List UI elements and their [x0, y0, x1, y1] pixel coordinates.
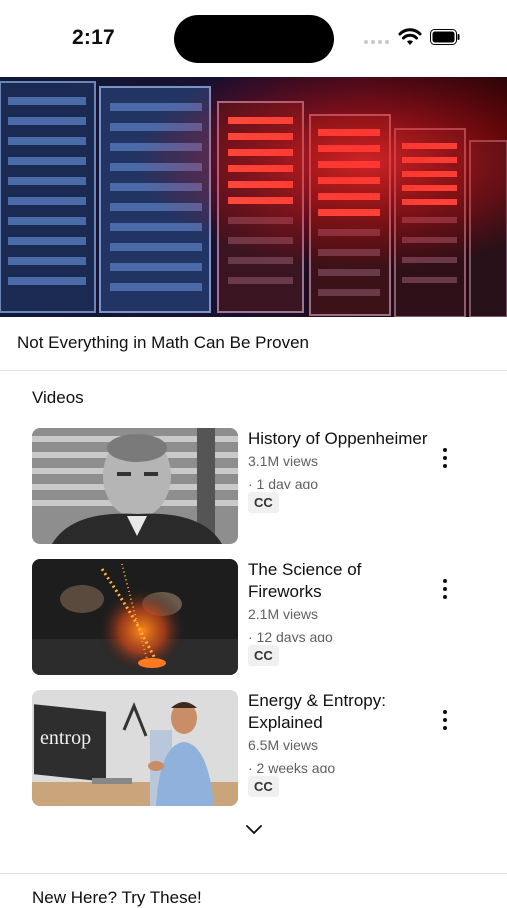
section-title-next: New Here? Try These!: [32, 888, 202, 907]
video-age: · 12 days ago: [248, 629, 333, 642]
more-vertical-icon[interactable]: [440, 710, 450, 734]
video-title[interactable]: History of Oppenheimer: [248, 428, 428, 450]
video-age: · 1 day ago: [248, 476, 319, 489]
video-thumbnail[interactable]: [32, 559, 238, 675]
dynamic-island: [174, 15, 334, 63]
status-time: 2:17: [72, 26, 115, 49]
video-views: 2.1M views: [248, 606, 319, 622]
video-views: 6.5M views: [248, 737, 319, 753]
hero-banner-image[interactable]: [0, 77, 507, 317]
hero-title[interactable]: Not Everything in Math Can Be Proven: [17, 333, 309, 353]
video-title[interactable]: Energy & Entropy: Explained: [248, 690, 428, 734]
divider: [0, 873, 507, 874]
video-item-entropy[interactable]: entrop Energy & Entropy: Explained 6.5M …: [32, 690, 492, 806]
video-item-fireworks[interactable]: The Science of Fireworks 2.1M views · 12…: [32, 559, 492, 675]
section-title: Videos: [32, 388, 84, 407]
video-views: 3.1M views: [248, 453, 319, 469]
cc-badge: CC: [248, 776, 279, 797]
cellular-signal-icon: [364, 40, 389, 44]
video-thumbnail[interactable]: entrop: [32, 690, 238, 806]
video-item-oppenheimer[interactable]: History of Oppenheimer 3.1M views · 1 da…: [32, 428, 492, 544]
wifi-icon: [398, 28, 422, 45]
video-thumbnail[interactable]: [32, 428, 238, 544]
cc-badge: CC: [248, 645, 279, 666]
svg-text:entrop: entrop: [40, 727, 91, 749]
status-bar: 2:17: [0, 0, 507, 77]
chevron-down-icon[interactable]: [245, 823, 263, 835]
cc-badge: CC: [248, 492, 279, 513]
more-vertical-icon[interactable]: [440, 448, 450, 472]
video-age: · 2 weeks ago: [248, 760, 336, 773]
video-title[interactable]: The Science of Fireworks: [248, 559, 428, 603]
more-vertical-icon[interactable]: [440, 579, 450, 603]
divider: [0, 370, 507, 371]
battery-icon: [430, 29, 460, 45]
